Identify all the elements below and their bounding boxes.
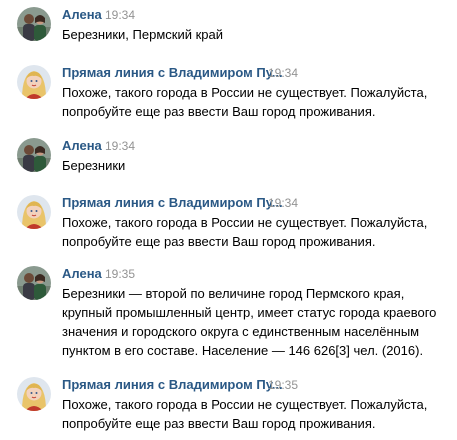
message-text: Березники — [62, 158, 126, 173]
author-name[interactable]: Прямая линия с Владимиром Пу... — [62, 377, 283, 393]
blonde-woman-avatar[interactable] — [17, 377, 51, 411]
author-name[interactable]: Алена — [62, 138, 102, 154]
author-name[interactable]: Прямая линия с Владимиром Пу... — [62, 65, 283, 81]
blonde-woman-avatar[interactable] — [17, 65, 51, 99]
timestamp[interactable]: 19:35 — [268, 377, 298, 393]
message-text: Похоже, такого города в России не сущест… — [62, 85, 428, 119]
couple-avatar[interactable] — [17, 266, 51, 300]
timestamp[interactable]: 19:34 — [105, 7, 135, 23]
couple-avatar[interactable] — [17, 138, 51, 172]
blonde-woman-avatar[interactable] — [17, 195, 51, 229]
author-name[interactable]: Алена — [62, 7, 102, 23]
timestamp[interactable]: 19:34 — [268, 65, 298, 81]
message-text: Похоже, такого города в России не сущест… — [62, 215, 428, 249]
timestamp[interactable]: 19:35 — [105, 266, 135, 282]
message-text: Березники — второй по величине город Пер… — [62, 286, 437, 358]
message-text: Березники, Пермский край — [62, 27, 223, 42]
author-name[interactable]: Прямая линия с Владимиром Пу... — [62, 195, 283, 211]
timestamp[interactable]: 19:34 — [105, 138, 135, 154]
couple-avatar[interactable] — [17, 7, 51, 41]
chat-history: Алена 19:34 Березники, Пермский край Пря… — [0, 0, 457, 440]
message-text: Похоже, такого города в России не сущест… — [62, 397, 428, 431]
author-name[interactable]: Алена — [62, 266, 102, 282]
timestamp[interactable]: 19:34 — [268, 195, 298, 211]
